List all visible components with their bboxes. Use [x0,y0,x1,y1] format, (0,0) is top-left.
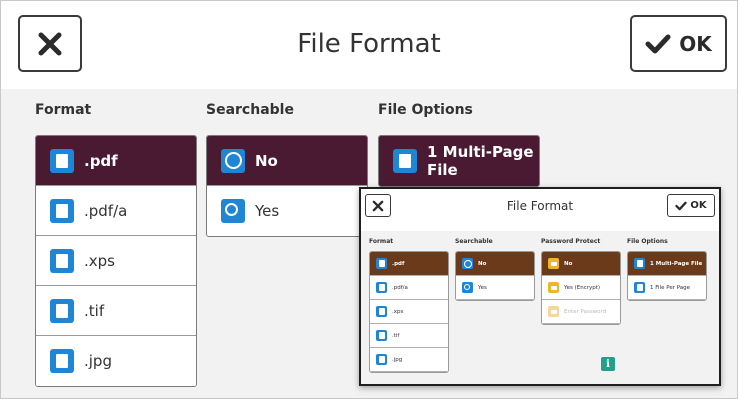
checkmark-icon [645,34,671,53]
format-label: Format [35,102,92,118]
inset-password-option: Enter Password [542,300,620,324]
no-symbol-icon [462,258,473,269]
inset-file-options-option[interactable]: 1 File Per Page [628,276,706,300]
ok-label: OK [679,31,712,56]
inset-password-option[interactable]: Yes (Encrypt) [542,276,620,300]
inset-ok-button[interactable]: OK [667,194,715,217]
inset-password-label: Password Protect [541,238,601,245]
search-icon [462,282,473,293]
option-label: 1 File Per Page [650,284,691,291]
document-icon [376,330,387,341]
inset-format-option[interactable]: .xps [370,300,448,324]
multi-page-icon [393,149,417,173]
document-icon [50,198,74,223]
file-options-option-multi-page[interactable]: 1 Multi-Page File [379,136,539,186]
file-options-label: File Options [378,102,473,118]
inset-header-bar: File Format OK [361,189,719,231]
inset-searchable-list: No Yes [455,251,535,301]
inset-preview-panel: File Format OK Format .pdf .pdf/a .xps .… [359,187,721,386]
format-option-pdf[interactable]: .pdf [36,136,196,186]
inset-page-title: File Format [506,199,574,213]
option-label: .pdf/a [84,201,128,220]
inset-searchable-option[interactable]: Yes [456,276,534,300]
info-button[interactable]: i [601,357,615,371]
inset-format-label: Format [369,238,394,245]
page-title: File Format [297,29,441,59]
lock-icon [548,258,559,269]
document-icon [50,349,74,373]
document-icon [376,258,387,269]
searchable-option-no[interactable]: No [207,136,367,186]
search-icon [221,199,245,223]
option-label: .tif [84,301,105,320]
multi-page-icon [634,258,645,269]
document-icon [50,248,74,273]
inset-file-options-option[interactable]: 1 Multi-Page File [628,252,706,276]
option-label: .xps [84,251,115,270]
ok-button[interactable]: OK [630,15,727,72]
searchable-label: Searchable [206,102,294,118]
lock-icon [548,306,559,317]
option-label: .pdf/a [392,284,408,291]
searchable-list: No Yes [206,135,368,237]
inset-file-options-label: File Options [627,238,668,245]
option-label: No [564,260,573,267]
format-option-tif[interactable]: .tif [36,286,196,336]
inset-password-option[interactable]: No [542,252,620,276]
format-option-pdfa[interactable]: .pdf/a [36,186,196,236]
option-label: Yes (Encrypt) [564,284,601,291]
option-label: No [478,260,487,267]
lock-icon [548,282,559,293]
option-label: No [255,151,278,170]
format-option-xps[interactable]: .xps [36,236,196,286]
option-label: 1 Multi-Page File [650,260,703,267]
multi-page-icon [634,282,645,293]
document-icon [50,148,74,173]
option-label: .tif [392,332,400,339]
inset-format-option[interactable]: .pdf/a [370,276,448,300]
inset-format-list: .pdf .pdf/a .xps .tif .jpg [369,251,449,373]
document-icon [50,298,74,323]
file-options-list: 1 Multi-Page File [378,135,540,187]
format-option-jpg[interactable]: .jpg [36,336,196,386]
no-symbol-icon [221,148,245,173]
option-label: 1 Multi-Page File [427,143,534,179]
document-icon [376,282,387,293]
inset-format-option[interactable]: .tif [370,324,448,348]
inset-format-option[interactable]: .jpg [370,348,448,372]
checkmark-icon [675,201,688,210]
info-icon: i [606,358,610,370]
option-label: .jpg [84,352,112,370]
option-label: .pdf [392,260,405,267]
inset-format-option[interactable]: .pdf [370,252,448,276]
option-label: Yes [478,284,487,291]
option-label: Enter Password [564,308,607,315]
option-label: .xps [392,308,404,315]
file-format-screen: File Format OK Format .pdf .pdf/a .xps .… [0,0,738,399]
inset-searchable-label: Searchable [455,238,493,245]
document-icon [376,306,387,317]
option-label: Yes [255,202,280,220]
option-label: .pdf [84,151,118,170]
option-label: .jpg [392,356,403,363]
header-bar: File Format OK [1,1,737,89]
document-icon [376,354,387,365]
inset-searchable-option[interactable]: No [456,252,534,276]
inset-file-options-list: 1 Multi-Page File 1 File Per Page [627,251,707,301]
inset-password-list: No Yes (Encrypt) Enter Password [541,251,621,325]
searchable-option-yes[interactable]: Yes [207,186,367,236]
ok-label: OK [690,200,707,211]
format-list: .pdf .pdf/a .xps .tif .jpg [35,135,197,387]
